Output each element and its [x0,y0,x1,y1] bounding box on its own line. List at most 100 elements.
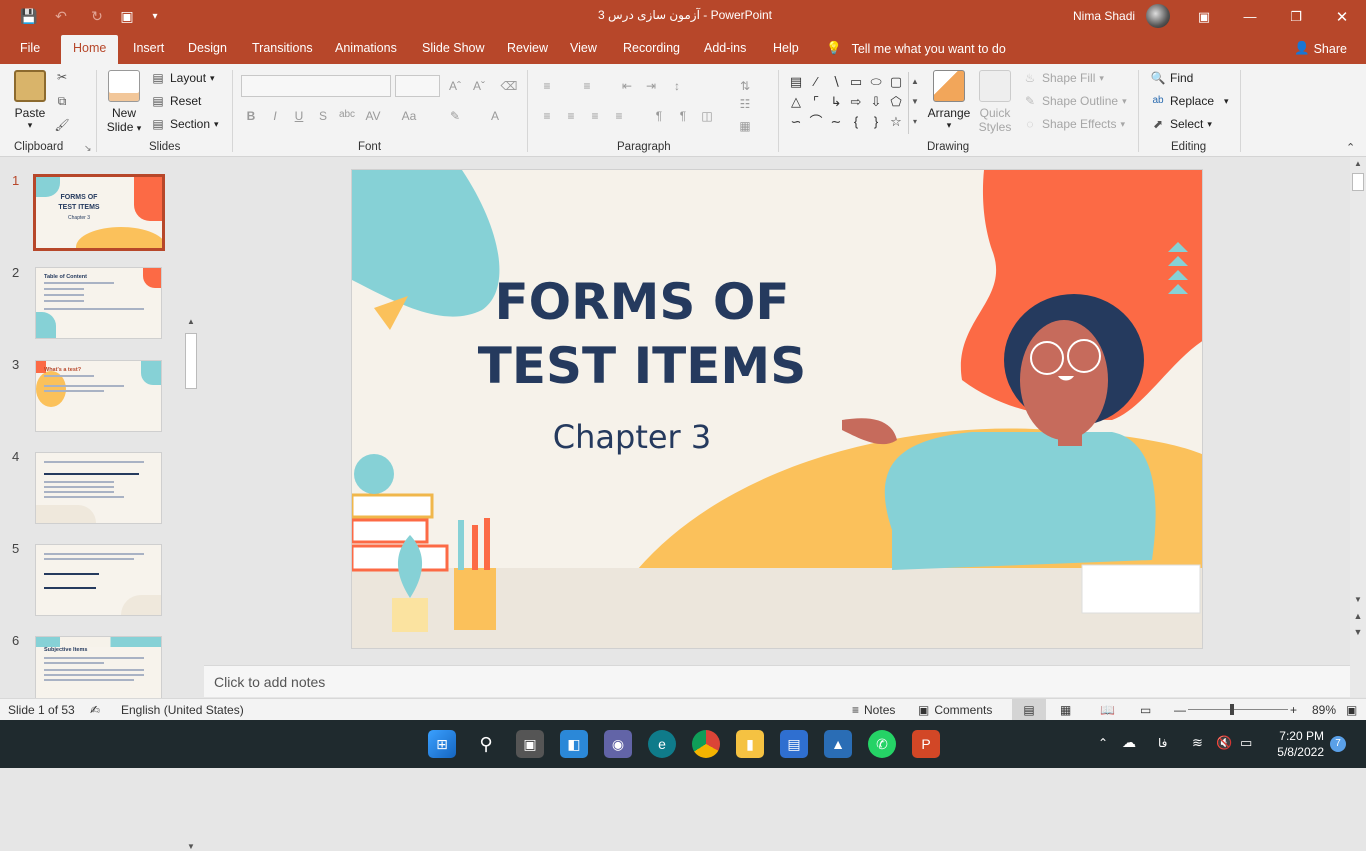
increase-font-icon[interactable]: Aˆ [446,79,464,93]
collapse-ribbon-icon[interactable]: ⌃ [1346,141,1355,154]
slide-canvas[interactable]: FORMS OF TEST ITEMS Chapter 3 [351,169,1203,649]
restore-icon[interactable]: ❐ [1273,0,1319,33]
arc-icon[interactable]: ⌒ [806,112,826,132]
increase-indent-icon[interactable]: ⇥ [642,79,660,93]
decrease-font-icon[interactable]: Aˇ [470,79,488,93]
windows-start-icon[interactable]: ⊞ [428,730,456,758]
select-button[interactable]: ⬈ Select ▾ [1150,117,1212,131]
tab-help[interactable]: Help [773,41,799,55]
slide-thumbnail[interactable] [35,452,162,524]
next-slide-icon[interactable]: ▼ [1350,627,1366,637]
numbering-icon[interactable]: ≡ [578,79,596,93]
zoom-out-icon[interactable]: — [1174,703,1186,717]
tab-view[interactable]: View [570,41,597,55]
teams-chat-icon[interactable]: ◉ [604,730,632,758]
scroll-up-icon[interactable]: ▲ [184,317,198,326]
slide-thumbnail[interactable]: Table of Content [35,267,162,339]
tab-animations[interactable]: Animations [335,41,397,55]
slide-thumbnail[interactable]: FORMS OF TEST ITEMS Chapter 3 [33,174,165,251]
avatar[interactable] [1146,4,1170,28]
widgets-icon[interactable]: ◧ [560,730,588,758]
battery-icon[interactable]: ▭ [1240,735,1252,751]
redo-icon[interactable]: ↻ [86,6,108,26]
close-icon[interactable]: ✕ [1319,0,1365,33]
shapes-gallery[interactable]: ▤ ∕ ∖ ▭ ⬭ ▢ △ ⌜ ↳ ⇨ ⇩ ⬠ ∽ ⌒ ∼{} ☆ [786,72,908,134]
text-box-icon[interactable]: ▤ [786,72,806,92]
replace-button[interactable]: ab Replace ▾ [1150,94,1228,108]
elbow-connector-icon[interactable]: ⌜ [806,92,826,112]
scroll-down-icon[interactable]: ▼ [184,842,198,851]
zoom-slider-thumb[interactable] [1230,704,1234,715]
tab-recording[interactable]: Recording [623,41,680,55]
italic-icon[interactable]: I [266,109,284,123]
fit-to-window-icon[interactable]: ▣ [1346,703,1357,717]
scribble-icon[interactable]: ∽ [786,112,806,132]
file-explorer-icon[interactable]: ▮ [736,730,764,758]
share-button[interactable]: 👤 Share [1294,41,1347,56]
cloud-icon[interactable]: ☁ [1122,734,1136,751]
reading-view-icon[interactable]: 📖 [1100,703,1115,717]
scroll-up-icon[interactable]: ▲ [1350,159,1366,168]
zoom-level[interactable]: 89% [1312,703,1336,717]
align-right-icon[interactable]: ≡ [586,109,604,123]
scroll-thumb[interactable] [1352,173,1364,191]
freeform-icon[interactable]: ⬠ [886,92,906,112]
undo-icon[interactable]: ↶ [50,6,72,26]
slide-show-icon[interactable]: ▭ [1140,703,1151,717]
columns-icon[interactable]: ◫ [698,109,716,123]
tab-add-ins[interactable]: Add-ins [704,41,746,55]
clear-formatting-icon[interactable]: ⌫ [500,79,518,93]
slide-subtitle[interactable]: Chapter 3 [502,418,762,456]
search-icon[interactable]: ⚲ [472,730,500,758]
star-icon[interactable]: ☆ [886,112,906,132]
shape-fill-button[interactable]: ♨ Shape Fill ▾ [1022,71,1104,85]
tab-file[interactable]: File [20,41,40,55]
left-brace-icon[interactable]: { [846,112,866,132]
character-spacing-icon[interactable]: AV [364,109,382,123]
underline-icon[interactable]: U [290,109,308,123]
layout-button[interactable]: ▤ Layout ▾ [150,71,214,85]
editor-scrollbar[interactable]: ▲ ▼ ▲ ▼ [1350,157,1366,697]
elbow-arrow-icon[interactable]: ↳ [826,92,846,112]
notes-toggle[interactable]: ≡ Notes [852,703,895,717]
align-center-icon[interactable]: ≡ [562,109,580,123]
line-icon[interactable]: ∖ [826,72,846,92]
chrome-icon[interactable] [692,730,720,758]
photos-icon[interactable]: ▲ [824,730,852,758]
slide-sorter-icon[interactable]: ▦ [1060,703,1071,717]
slide-thumbnail[interactable]: What's a test? [35,360,162,432]
copy-button[interactable]: ⧉ [54,94,70,108]
rounded-rect-icon[interactable]: ▢ [886,72,906,92]
save-icon[interactable]: 💾 [18,6,40,26]
tab-design[interactable]: Design [188,41,227,55]
highlight-icon[interactable]: ✎ [446,109,464,123]
notification-badge[interactable]: 7 [1330,736,1346,752]
find-button[interactable]: 🔍 Find [1150,71,1194,85]
curve-icon[interactable]: ∼ [826,112,846,132]
clock[interactable]: 7:20 PM 5/8/2022 [1270,728,1324,760]
speaker-icon[interactable]: 🔇 [1216,735,1232,751]
dialog-launcher-icon[interactable]: ↘ [84,143,92,154]
task-view-icon[interactable]: ▣ [516,730,544,758]
justify-icon[interactable]: ≡ [610,109,628,123]
language-indicator[interactable]: English (United States) [121,703,244,717]
ltr-icon[interactable]: ¶ [674,109,692,123]
triangle-icon[interactable]: △ [786,92,806,112]
normal-view-icon[interactable]: ▤ [1012,699,1046,720]
new-slide-button[interactable]: New Slide ▾ [102,70,146,134]
line-icon[interactable]: ∕ [806,72,826,92]
tab-insert[interactable]: Insert [133,41,164,55]
tab-transitions[interactable]: Transitions [252,41,313,55]
change-case-icon[interactable]: Aa [400,109,418,123]
smartart-icon[interactable]: ▦ [736,119,754,133]
spelling-check-icon[interactable]: ✍ [90,703,100,717]
oval-icon[interactable]: ⬭ [866,72,886,92]
right-arrow-icon[interactable]: ⇨ [846,92,866,112]
cut-button[interactable]: ✂ [54,70,70,84]
align-text-icon[interactable]: ☷ [736,97,754,111]
bullets-icon[interactable]: ≡ [538,79,556,93]
scroll-down-icon[interactable]: ▼ [1350,595,1366,604]
zoom-slider[interactable] [1188,709,1288,710]
slide-thumbnail[interactable] [35,544,162,616]
rectangle-icon[interactable]: ▭ [846,72,866,92]
